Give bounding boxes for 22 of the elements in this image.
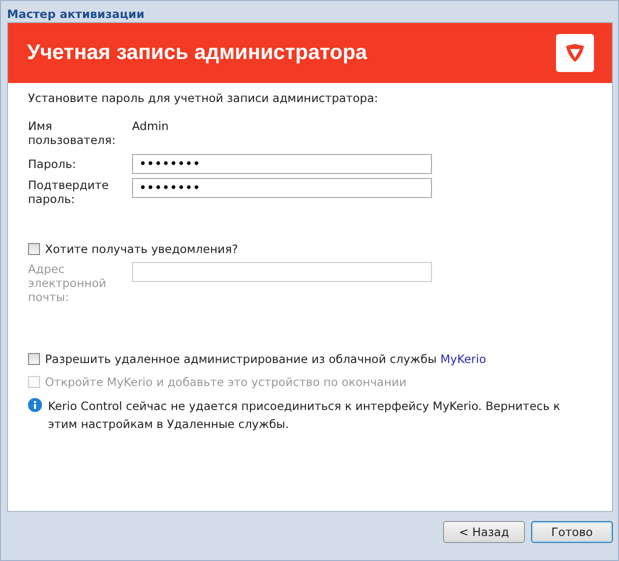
window-title: Мастер активизации — [6, 6, 146, 22]
checkbox[interactable] — [28, 353, 40, 365]
mykerio-link[interactable]: MyKerio — [440, 352, 486, 366]
back-button[interactable]: < Назад — [443, 521, 525, 543]
info-icon — [28, 398, 42, 412]
checkbox-label: Разрешить удаленное администрирование из облачной службы MyKerio — [45, 352, 486, 366]
checkbox[interactable] — [28, 243, 40, 255]
username-value: Admin — [132, 119, 169, 133]
intro-text: Установите пароль для учетной записи администратора: — [28, 91, 380, 105]
finish-button[interactable]: Готово — [531, 521, 613, 543]
confirm-password-field[interactable]: •••••••• — [132, 178, 432, 198]
checkbox-label: Откройте MyKerio и добавьте это устройство по окончании — [45, 375, 406, 389]
password-field[interactable]: •••••••• — [132, 154, 432, 174]
checkbox-label: Хотите получать уведомления? — [45, 242, 238, 256]
email-field[interactable] — [132, 262, 432, 282]
shield-logo-icon — [556, 34, 594, 72]
field-label: Подтвердите пароль: — [28, 178, 110, 206]
field-label: Адрес электронной почты: — [28, 262, 108, 304]
info-text: Kerio Control сейчас не удается присоединиться к интерфейсу MyKerio. Вернитесь к этим настройкам в Удаленные службы. — [48, 398, 562, 433]
header-title: Учетная запись администратора — [27, 41, 368, 65]
field-label: Имя пользователя: — [28, 119, 117, 147]
field-label: Пароль: — [28, 156, 78, 171]
